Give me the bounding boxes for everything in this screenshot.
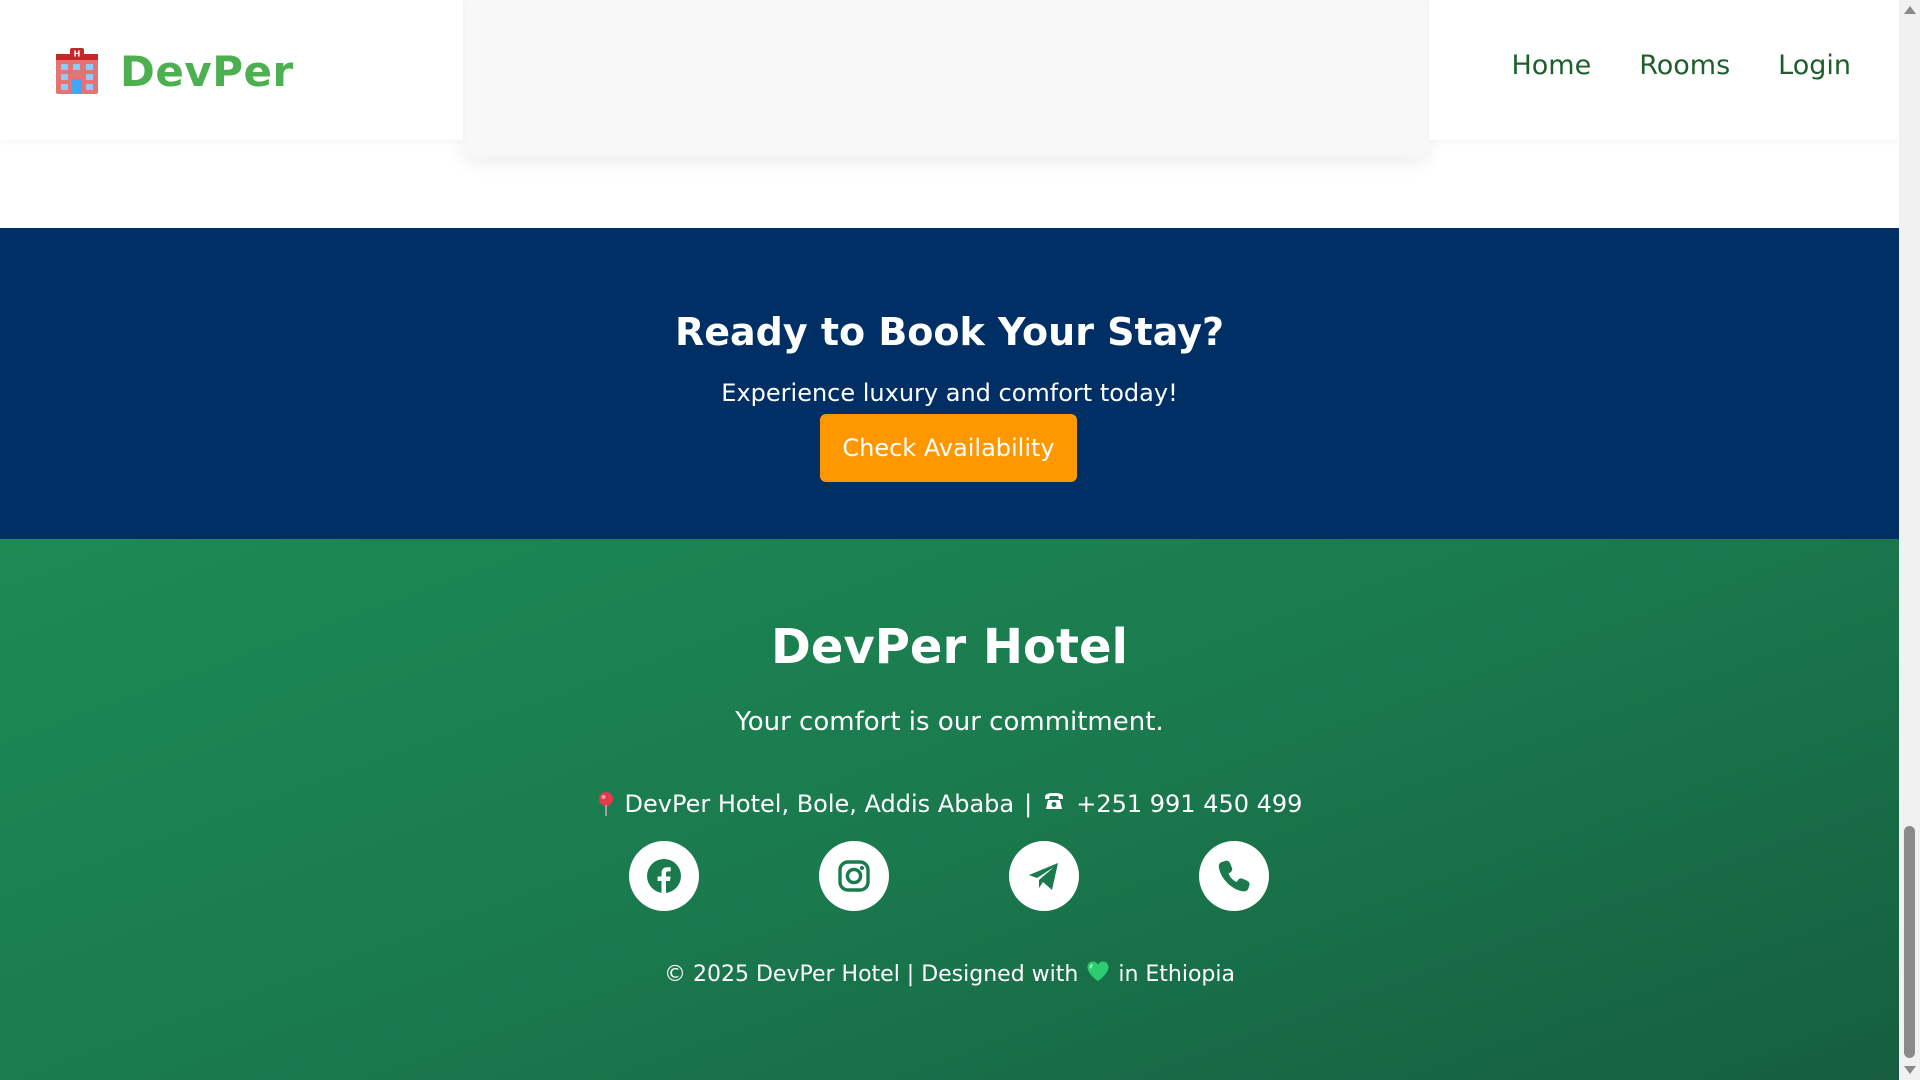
- footer-contact: DevPer Hotel, Bole, Addis Ababa | +251 9…: [0, 789, 1899, 819]
- facebook-link[interactable]: [629, 841, 699, 911]
- social-links: [629, 841, 1269, 911]
- testimonial-card-blurred: ​: [463, 0, 1429, 157]
- footer-address: DevPer Hotel, Bole, Addis Ababa: [624, 790, 1015, 818]
- nav-rooms[interactable]: Rooms: [1639, 50, 1730, 81]
- main-nav: Home Rooms Login: [1491, 50, 1851, 81]
- footer-separator: |: [1024, 790, 1033, 818]
- footer-title: DevPer Hotel: [771, 619, 1128, 675]
- telephone-icon: [1042, 789, 1066, 819]
- instagram-link[interactable]: [819, 841, 889, 911]
- facebook-icon: [647, 859, 681, 893]
- green-heart-icon: [1086, 960, 1110, 988]
- cta-subtitle: Experience luxury and comfort today!: [721, 379, 1178, 407]
- check-availability-button[interactable]: Check Availability: [820, 414, 1077, 482]
- testimonial-text-blurred: ​: [941, 18, 951, 53]
- nav-login[interactable]: Login: [1778, 50, 1851, 81]
- nav-home[interactable]: Home: [1511, 50, 1591, 81]
- instagram-icon: [838, 860, 870, 892]
- copyright-prefix: © 2025 DevPer Hotel | Designed with: [664, 961, 1079, 987]
- footer-phone: +251 991 450 499: [1076, 790, 1303, 818]
- svg-text:H: H: [74, 50, 81, 59]
- phone-icon: [1218, 860, 1250, 892]
- phone-link[interactable]: [1199, 841, 1269, 911]
- hotel-icon: H: [52, 46, 102, 96]
- brand-name: DevPer: [120, 46, 294, 96]
- page-scrollbar[interactable]: [1899, 0, 1920, 1080]
- copyright-suffix: in Ethiopia: [1118, 961, 1235, 987]
- cta-section: Ready to Book Your Stay? Experience luxu…: [0, 228, 1899, 539]
- page: ​ H DevPer Home Rooms Login: [0, 0, 1899, 1080]
- scroll-down-arrow-icon[interactable]: [1904, 1066, 1916, 1074]
- telegram-icon: [1029, 863, 1058, 890]
- brand-logo[interactable]: H DevPer: [52, 46, 304, 96]
- location-pin-icon: [597, 791, 615, 817]
- telegram-link[interactable]: [1009, 841, 1079, 911]
- copyright: © 2025 DevPer Hotel | Designed with in E…: [0, 960, 1899, 988]
- footer-tagline: Your comfort is our commitment.: [735, 707, 1164, 737]
- footer: DevPer Hotel Your comfort is our commitm…: [0, 539, 1899, 1080]
- cta-title: Ready to Book Your Stay?: [674, 310, 1225, 354]
- scroll-up-arrow-icon[interactable]: [1904, 6, 1916, 14]
- scrollbar-thumb[interactable]: [1904, 826, 1915, 1058]
